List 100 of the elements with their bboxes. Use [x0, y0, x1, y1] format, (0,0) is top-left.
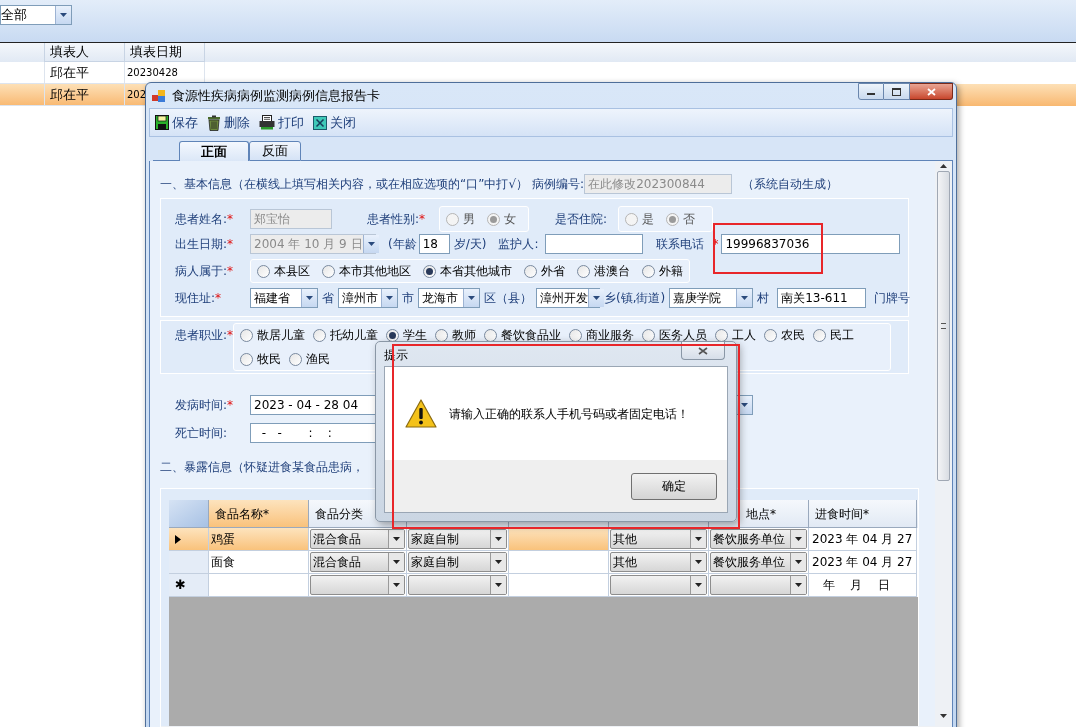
toolbar-button[interactable]: 打印	[259, 112, 304, 133]
caret-icon	[495, 537, 502, 541]
input-field[interactable]: 19996837036	[721, 234, 901, 254]
vertical-scrollbar[interactable]	[935, 161, 952, 727]
caret-icon	[393, 560, 400, 564]
printer-icon	[259, 115, 275, 130]
row-header[interactable]	[169, 528, 209, 551]
radio-option[interactable]: 牧民	[240, 350, 282, 368]
dropdown-field[interactable]: 餐饮服务单位	[710, 552, 807, 572]
radio-option[interactable]: 外省	[524, 262, 565, 280]
caret-icon	[695, 560, 702, 564]
warning-icon	[405, 399, 437, 428]
column-header[interactable]: 食品名称*	[209, 500, 309, 528]
caret-icon	[393, 537, 400, 541]
caret-icon	[495, 583, 502, 587]
radio-option[interactable]: 农民	[764, 326, 806, 344]
table-cell: 鸡蛋	[209, 528, 309, 551]
field-label: 监护人:	[498, 236, 540, 253]
radio-option[interactable]: 本市其他地区	[322, 262, 411, 280]
toolbar-button[interactable]: 删除	[207, 112, 250, 133]
close-icon	[313, 115, 327, 130]
field-label: 病人属于:*	[175, 263, 235, 280]
current-row-icon	[175, 534, 181, 544]
radio-option[interactable]: 外籍	[642, 262, 683, 280]
field-label: 死亡时间:	[175, 425, 229, 442]
tab[interactable]: 反面	[249, 141, 301, 161]
table-cell: 年 月 日	[809, 574, 917, 597]
radio-option[interactable]: 渔民	[289, 350, 331, 368]
dropdown-field[interactable]	[310, 575, 405, 595]
table-row[interactable]: 邱在平 20230428	[0, 62, 205, 84]
caret-icon	[795, 560, 802, 564]
unit-label: 门牌号	[874, 290, 911, 307]
toolbar-button[interactable]: 保存	[155, 112, 198, 133]
hint-text: （系统自动生成）	[742, 176, 839, 193]
caret-icon	[386, 296, 393, 300]
section-heading: 二、暴露信息（怀疑进食某食品患病，	[160, 459, 364, 476]
dropdown-field[interactable]: 家庭自制	[408, 552, 507, 572]
caret-icon	[741, 403, 748, 407]
dropdown-field[interactable]: 龙海市	[418, 288, 480, 308]
field-label: 患者性别:*	[367, 211, 427, 228]
caret-icon	[695, 537, 702, 541]
caret-icon	[593, 296, 600, 300]
dropdown-field[interactable]: 其他	[610, 529, 707, 549]
dropdown-field[interactable]: 混合食品	[310, 529, 405, 549]
unit-label: 省	[322, 290, 334, 307]
caret-icon	[60, 13, 67, 17]
ok-button[interactable]: 确定	[631, 472, 717, 500]
field-label: 患者姓名:*	[175, 211, 235, 228]
row-header[interactable]: ✱	[169, 574, 209, 597]
dropdown-field[interactable]	[710, 575, 807, 595]
tab[interactable]: 正面	[179, 141, 249, 161]
dropdown-field[interactable]: 嘉庚学院	[669, 288, 754, 308]
field-label: 岁/天)	[453, 236, 487, 253]
caret-icon	[367, 242, 375, 246]
radio-option[interactable]: 本县区	[257, 262, 310, 280]
dropdown-field[interactable]: 其他	[610, 552, 707, 572]
field-label: 发病时间:*	[175, 397, 235, 414]
scroll-down-icon	[940, 714, 947, 718]
dropdown-field[interactable]	[408, 575, 507, 595]
dropdown-field[interactable]: 餐饮服务单位	[710, 529, 807, 549]
close-icon	[926, 87, 936, 96]
caret-icon	[495, 560, 502, 564]
field-label: 患者职业:*	[175, 328, 234, 342]
field-label: 出生日期:*	[175, 236, 235, 253]
input-field[interactable]: 18	[418, 234, 450, 254]
dialog-message: 请输入正确的联系人手机号码或者固定电话！	[449, 405, 689, 423]
dropdown-field[interactable]: 福建省	[250, 288, 318, 308]
input-field[interactable]	[545, 234, 644, 254]
scroll-up-icon	[940, 164, 947, 168]
field-label: 联系电话	[656, 236, 705, 253]
dropdown-field[interactable]: 混合食品	[310, 552, 405, 572]
trash-can-icon	[207, 114, 221, 131]
input-field[interactable]: 南关13-611	[777, 288, 867, 308]
radio-option[interactable]: 散居儿童	[240, 326, 306, 344]
caret-icon	[468, 296, 475, 300]
maximize-button[interactable]	[884, 83, 910, 100]
radio-option[interactable]: 本省其他城市	[423, 262, 512, 280]
field-label: 是否住院:	[555, 211, 609, 228]
caret-icon	[795, 583, 802, 587]
field-label: 现住址:*	[175, 290, 223, 307]
dropdown-field[interactable]: 漳州市	[338, 288, 398, 308]
window-icon	[152, 88, 166, 103]
field-label: 病例编号:	[532, 176, 585, 193]
close-button[interactable]	[910, 83, 953, 100]
dropdown-field[interactable]	[610, 575, 707, 595]
dropdown-field[interactable]: 家庭自制	[408, 529, 507, 549]
field-label: (年龄	[388, 236, 417, 253]
unit-label: 村	[757, 290, 770, 307]
close-icon	[698, 346, 708, 355]
toolbar-button[interactable]: 关闭	[313, 112, 356, 133]
caret-icon	[795, 537, 802, 541]
radio-option[interactable]: 民工	[813, 326, 855, 344]
filter-dropdown[interactable]: 全部	[0, 5, 72, 25]
caret-icon	[393, 583, 400, 587]
radio-option[interactable]: 托幼儿童	[313, 326, 379, 344]
minimize-button[interactable]	[858, 83, 884, 100]
radio-option[interactable]: 港澳台	[577, 262, 630, 280]
caret-icon	[306, 296, 313, 300]
caret-icon	[741, 296, 749, 300]
unit-label: 区（县）	[484, 290, 532, 307]
